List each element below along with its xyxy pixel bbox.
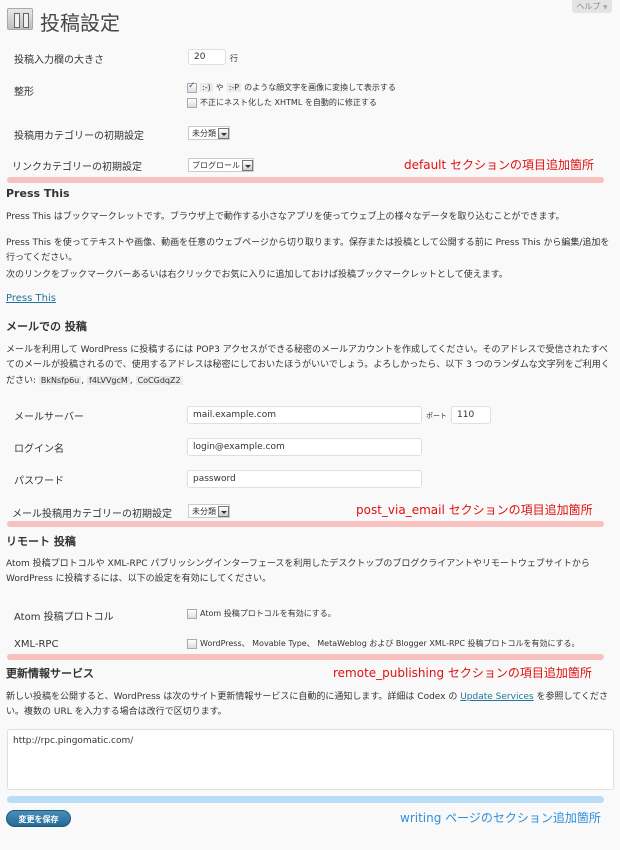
default-category-select[interactable]: 未分類 bbox=[188, 126, 230, 140]
press-this-p3: 次のリンクをブックマークバーあるいは右クリックでお気に入りに追加しておけば投稿ブ… bbox=[6, 270, 508, 280]
port-label: ポート bbox=[426, 412, 447, 420]
formatting-label: 整形 bbox=[14, 87, 34, 98]
link-category-value: ブログロール bbox=[192, 160, 240, 170]
smiley-code-1: :-) bbox=[200, 83, 213, 92]
port-input[interactable]: 110 bbox=[451, 406, 491, 424]
press-this-p1: Press This はブックマークレットです。ブラウザ上で動作する小さなアプリ… bbox=[6, 212, 565, 222]
password-label: パスワード bbox=[14, 476, 64, 487]
separator: , bbox=[129, 376, 133, 386]
xmlrpc-checkbox[interactable] bbox=[187, 638, 197, 649]
mail-category-value: 未分類 bbox=[192, 506, 216, 516]
help-label: ヘルプ bbox=[576, 2, 601, 11]
dropdown-arrow-icon bbox=[242, 159, 253, 171]
update-services-heading: 更新情報サービス bbox=[6, 667, 94, 680]
dropdown-arrow-icon bbox=[218, 127, 229, 139]
atom-text: Atom 投稿プロトコルを有効にする。 bbox=[200, 609, 336, 618]
atom-label: Atom 投稿プロトコル bbox=[14, 612, 114, 623]
remote-section-annotation: remote_publishing セクションの項目追加箇所 bbox=[333, 666, 592, 680]
xmlrpc-label: XML-RPC bbox=[14, 639, 59, 650]
random-string: f4LVVgcM bbox=[87, 376, 130, 385]
atom-checkbox[interactable] bbox=[187, 608, 197, 619]
default-section-marker bbox=[7, 177, 604, 183]
chevron-down-icon: ▼ bbox=[602, 4, 608, 11]
press-this-heading: Press This bbox=[6, 187, 70, 200]
default-category-value: 未分類 bbox=[192, 128, 216, 138]
update-desc-before: 新しい投稿を公開すると、WordPress は次のサイト更新情報サービスに自動的… bbox=[6, 692, 461, 702]
link-category-select[interactable]: ブログロール bbox=[188, 158, 254, 172]
xhtml-checkbox[interactable] bbox=[187, 97, 197, 108]
random-string: CoCGdqZ2 bbox=[135, 376, 183, 385]
writing-page-marker bbox=[7, 796, 604, 803]
password-input[interactable]: password bbox=[187, 470, 422, 488]
link-category-label: リンクカテゴリーの初期設定 bbox=[12, 162, 142, 173]
login-input[interactable]: login@example.com bbox=[187, 438, 422, 456]
email-section-annotation: post_via_email セクションの項目追加箇所 bbox=[356, 503, 593, 517]
remote-heading: リモート 投稿 bbox=[6, 535, 76, 548]
mail-category-select[interactable]: 未分類 bbox=[188, 504, 230, 518]
email-heading: メールでの 投稿 bbox=[6, 320, 87, 333]
press-this-link[interactable]: Press This bbox=[6, 293, 56, 304]
settings-icon bbox=[7, 8, 33, 30]
xhtml-option[interactable]: 不正にネスト化した XHTML を自動的に修正する bbox=[187, 97, 377, 108]
smilies-checkbox[interactable] bbox=[187, 81, 197, 93]
xmlrpc-option[interactable]: WordPress、 Movable Type、 MetaWeblog および … bbox=[187, 638, 580, 649]
separator: , bbox=[81, 376, 85, 386]
mail-category-label: メール投稿用カテゴリーの初期設定 bbox=[12, 509, 172, 520]
post-box-size-input[interactable]: 20 bbox=[188, 49, 226, 65]
mail-server-label: メールサーバー bbox=[14, 412, 84, 423]
email-section-marker bbox=[7, 521, 604, 527]
update-services-link[interactable]: Update Services bbox=[460, 692, 533, 702]
smilies-mid-text: や bbox=[215, 83, 224, 92]
smilies-option[interactable]: :-) や :-P のような顔文字を画像に変換して表示する bbox=[187, 81, 396, 93]
rows-unit: 行 bbox=[230, 54, 238, 63]
email-description: メールを利用して WordPress に投稿するには POP3 アクセスができる… bbox=[6, 343, 616, 389]
dropdown-arrow-icon bbox=[218, 505, 229, 517]
login-label: ログイン名 bbox=[14, 444, 64, 455]
default-category-label: 投稿用カテゴリーの初期設定 bbox=[14, 131, 144, 142]
smiley-code-2: :-P bbox=[226, 83, 242, 92]
ping-sites-textarea[interactable]: http://rpc.pingomatic.com/ bbox=[7, 729, 614, 790]
writing-page-annotation: writing ページのセクション追加箇所 bbox=[400, 811, 601, 825]
xhtml-text: 不正にネスト化した XHTML を自動的に修正する bbox=[200, 98, 377, 107]
page-title: 投稿設定 bbox=[40, 11, 120, 35]
atom-option[interactable]: Atom 投稿プロトコルを有効にする。 bbox=[187, 608, 336, 619]
random-string: BkNsfp6u bbox=[38, 376, 82, 385]
remote-section-marker bbox=[7, 654, 604, 660]
post-box-size-label: 投稿入力欄の大きさ bbox=[14, 55, 104, 66]
remote-description: Atom 投稿プロトコルや XML-RPC パブリッシングインターフェースを利用… bbox=[6, 559, 590, 584]
xmlrpc-text: WordPress、 Movable Type、 MetaWeblog および … bbox=[200, 639, 580, 648]
update-services-description: 新しい投稿を公開すると、WordPress は次のサイト更新情報サービスに自動的… bbox=[6, 690, 616, 720]
default-section-annotation: default セクションの項目追加箇所 bbox=[404, 158, 595, 172]
press-this-p2: Press This を使ってテキストや画像、動画を任意のウェブページから切り取… bbox=[6, 238, 610, 263]
mail-server-input[interactable]: mail.example.com bbox=[187, 406, 422, 424]
help-tab[interactable]: ヘルプ ▼ bbox=[572, 0, 612, 13]
smilies-text: のような顔文字を画像に変換して表示する bbox=[244, 83, 396, 92]
save-changes-button[interactable]: 変更を保存 bbox=[6, 810, 71, 827]
